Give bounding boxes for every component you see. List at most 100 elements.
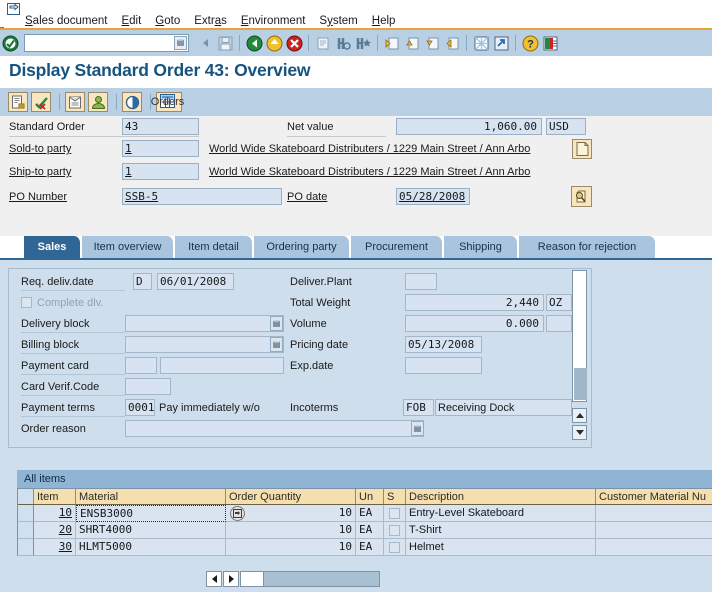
back-arrow-icon[interactable] (196, 34, 214, 52)
search-document-icon[interactable] (571, 186, 592, 207)
tab-sales[interactable]: Sales (24, 236, 81, 258)
complete-dlv-checkbox[interactable] (21, 297, 32, 308)
order-reason-dropdown-icon[interactable]: ▤ (411, 421, 424, 436)
tab-item-overview[interactable]: Item overview (82, 236, 174, 258)
column-header-s[interactable]: S (384, 489, 406, 504)
exp-date-field[interactable] (405, 357, 482, 374)
scroll-left-button[interactable] (206, 571, 222, 587)
column-header-order-quantity[interactable]: Order Quantity (226, 489, 356, 504)
detail-popup-icon[interactable] (230, 506, 245, 521)
cell-customer-material[interactable] (596, 539, 712, 556)
sales-document-header-icon[interactable] (65, 92, 85, 112)
exit-yellow-icon[interactable] (265, 34, 283, 52)
tab-item-detail[interactable]: Item detail (175, 236, 253, 258)
display-change-icon[interactable] (8, 92, 28, 112)
s-checkbox[interactable] (389, 541, 400, 553)
scrollbar-track[interactable] (240, 571, 380, 587)
row-selector[interactable] (18, 539, 34, 556)
tab-shipping[interactable]: Shipping (444, 236, 518, 258)
document-icon[interactable] (572, 139, 592, 159)
enter-check-icon[interactable] (1, 34, 19, 52)
cell-item[interactable]: 10 (34, 505, 76, 522)
sold-to-party-field[interactable]: 1 (122, 140, 199, 157)
s-checkbox[interactable] (389, 507, 400, 519)
find-next-icon[interactable] (354, 34, 372, 52)
pricing-date-field[interactable]: 05/13/2008 (405, 336, 482, 353)
currency-field[interactable]: USD (546, 118, 586, 135)
menu-environment[interactable]: Environment (234, 14, 313, 29)
cell-description[interactable]: T-Shirt (406, 522, 596, 539)
ship-to-party-field[interactable]: 1 (122, 163, 199, 180)
volume-field[interactable]: 0.000 (405, 315, 544, 332)
check-document-icon[interactable] (31, 92, 51, 112)
command-dropdown-icon[interactable]: ▤ (174, 36, 187, 50)
column-header-item[interactable]: Item (34, 489, 76, 504)
table-row[interactable]: 10 ENSB3000 10 EA Entry-Level Skateboard (18, 505, 712, 522)
scroll-down-button[interactable] (572, 425, 587, 440)
incoterms-code-field[interactable]: FOB (403, 399, 434, 416)
cell-item[interactable]: 20 (34, 522, 76, 539)
select-all-header[interactable] (18, 489, 34, 504)
po-number-field[interactable]: SSB-5 (122, 188, 282, 205)
items-horizontal-scrollbar[interactable] (206, 571, 386, 587)
tab-ordering-party[interactable]: Ordering party (254, 236, 350, 258)
row-selector[interactable] (18, 505, 34, 522)
menu-goto[interactable]: Goto (148, 14, 187, 29)
menu-extras[interactable]: Extras (187, 14, 234, 29)
scrollbar-thumb[interactable] (574, 368, 587, 400)
save-icon[interactable] (216, 34, 234, 52)
cell-customer-material[interactable] (596, 522, 712, 539)
po-date-label[interactable]: PO date (287, 191, 327, 203)
scrollbar-track[interactable] (572, 270, 587, 402)
cell-item[interactable]: 30 (34, 539, 76, 556)
cell-unit[interactable]: EA (356, 505, 384, 522)
cell-unit[interactable]: EA (356, 522, 384, 539)
req-deliv-date-field[interactable]: 06/01/2008 (157, 273, 234, 290)
row-selector[interactable] (18, 522, 34, 539)
order-reason-field[interactable] (125, 420, 424, 437)
volume-unit-field[interactable] (546, 315, 572, 332)
command-field[interactable]: ▤ (24, 34, 189, 52)
menu-sales-document[interactable]: Sales document (18, 14, 114, 29)
payment-card-number-field[interactable] (160, 357, 284, 374)
net-value-field[interactable]: 1,060.00 (396, 118, 542, 135)
incoterms-description-field[interactable]: Receiving Dock (435, 399, 572, 416)
cell-s[interactable] (384, 539, 406, 556)
tab-procurement[interactable]: Procurement (351, 236, 443, 258)
cell-order-quantity[interactable]: 10 (226, 522, 356, 539)
total-weight-field[interactable]: 2,440 (405, 294, 544, 311)
table-row[interactable]: 20 SHRT4000 10 EA T-Shirt (18, 522, 712, 539)
help-icon[interactable]: ? (521, 34, 539, 52)
payment-terms-code-field[interactable]: 0001 (125, 399, 155, 416)
cell-s[interactable] (384, 522, 406, 539)
sales-panel-scrollbar[interactable] (572, 270, 587, 440)
deliver-plant-field[interactable] (405, 273, 437, 290)
create-shortcut-icon[interactable] (492, 34, 510, 52)
back-green-icon[interactable] (245, 34, 263, 52)
req-deliv-date-type-field[interactable]: D (133, 273, 152, 290)
table-row[interactable]: 30 HLMT5000 10 EA Helmet (18, 539, 712, 556)
scroll-right-button[interactable] (223, 571, 239, 587)
next-page-icon[interactable] (423, 34, 441, 52)
billing-block-field[interactable] (125, 336, 284, 353)
card-verif-code-field[interactable] (125, 378, 171, 395)
tab-reason-for-rejection[interactable]: Reason for rejection (519, 236, 656, 258)
delivery-block-dropdown-icon[interactable]: ▤ (270, 316, 283, 331)
scroll-up-button[interactable] (572, 408, 587, 423)
cancel-red-icon[interactable] (285, 34, 303, 52)
total-weight-unit-field[interactable]: OZ (546, 294, 572, 311)
ship-to-party-description[interactable]: World Wide Skateboard Distributers / 122… (209, 166, 564, 178)
column-header-description[interactable]: Description (406, 489, 596, 504)
cell-order-quantity[interactable]: 10 (226, 505, 356, 522)
partner-icon[interactable] (88, 92, 108, 112)
menu-help[interactable]: Help (365, 14, 403, 29)
cell-s[interactable] (384, 505, 406, 522)
cell-material[interactable]: HLMT5000 (76, 539, 226, 556)
menu-system[interactable]: System (312, 14, 364, 29)
payment-card-type-field[interactable] (125, 357, 157, 374)
cell-material[interactable]: SHRT4000 (76, 522, 226, 539)
sold-to-party-label[interactable]: Sold-to party (9, 143, 71, 155)
create-session-icon[interactable] (472, 34, 490, 52)
menu-edit[interactable]: Edit (114, 14, 148, 29)
previous-page-icon[interactable] (403, 34, 421, 52)
